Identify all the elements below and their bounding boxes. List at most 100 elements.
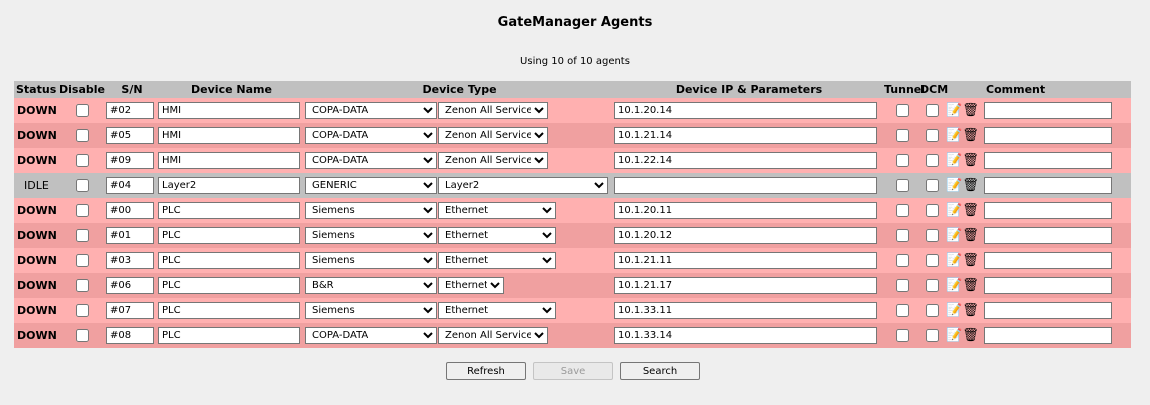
vendor-select[interactable]: COPA-DATA — [305, 327, 437, 344]
trash-icon[interactable]: 🗑 — [962, 154, 979, 167]
dcm-checkbox[interactable] — [925, 279, 939, 293]
device-ip-input[interactable] — [614, 177, 878, 194]
device-ip-input[interactable] — [614, 152, 878, 169]
tunnel-checkbox[interactable] — [895, 204, 909, 218]
vendor-select[interactable]: Siemens — [305, 202, 437, 219]
device-type-select[interactable]: Ethernet — [438, 227, 556, 244]
sn-input[interactable] — [106, 302, 154, 319]
device-type-select[interactable]: Zenon All Service — [438, 152, 548, 169]
tunnel-checkbox[interactable] — [895, 104, 909, 118]
tunnel-checkbox[interactable] — [895, 229, 909, 243]
device-name-input[interactable] — [158, 227, 300, 244]
disable-checkbox[interactable] — [75, 279, 89, 293]
vendor-select[interactable]: COPA-DATA — [305, 127, 437, 144]
edit-icon[interactable]: 📝 — [946, 329, 962, 342]
comment-input[interactable] — [984, 227, 1113, 244]
device-type-select[interactable]: Zenon All Service — [438, 327, 548, 344]
edit-icon[interactable]: 📝 — [946, 104, 962, 117]
edit-icon[interactable]: 📝 — [946, 204, 962, 217]
edit-icon[interactable]: 📝 — [946, 279, 962, 292]
disable-checkbox[interactable] — [75, 204, 89, 218]
dcm-checkbox[interactable] — [925, 229, 939, 243]
disable-checkbox[interactable] — [75, 104, 89, 118]
vendor-select[interactable]: Siemens — [305, 252, 437, 269]
device-ip-input[interactable] — [614, 202, 878, 219]
dcm-checkbox[interactable] — [925, 179, 939, 193]
vendor-select[interactable]: Siemens — [305, 227, 437, 244]
device-type-select[interactable]: Zenon All Service — [438, 127, 548, 144]
device-ip-input[interactable] — [614, 252, 878, 269]
vendor-select[interactable]: GENERIC — [305, 177, 437, 194]
trash-icon[interactable]: 🗑 — [962, 329, 979, 342]
sn-input[interactable] — [106, 152, 154, 169]
device-name-input[interactable] — [158, 127, 300, 144]
device-ip-input[interactable] — [614, 102, 878, 119]
dcm-checkbox[interactable] — [925, 204, 939, 218]
tunnel-checkbox[interactable] — [895, 129, 909, 143]
comment-input[interactable] — [984, 102, 1113, 119]
device-ip-input[interactable] — [614, 327, 878, 344]
sn-input[interactable] — [106, 277, 154, 294]
refresh-button[interactable]: Refresh — [446, 362, 526, 380]
sn-input[interactable] — [106, 327, 154, 344]
comment-input[interactable] — [984, 127, 1113, 144]
device-name-input[interactable] — [158, 177, 300, 194]
comment-input[interactable] — [984, 277, 1113, 294]
device-name-input[interactable] — [158, 202, 300, 219]
sn-input[interactable] — [106, 127, 154, 144]
edit-icon[interactable]: 📝 — [946, 229, 962, 242]
dcm-checkbox[interactable] — [925, 329, 939, 343]
comment-input[interactable] — [984, 152, 1113, 169]
disable-checkbox[interactable] — [75, 254, 89, 268]
vendor-select[interactable]: COPA-DATA — [305, 152, 437, 169]
sn-input[interactable] — [106, 102, 154, 119]
device-type-select[interactable]: Ethernet — [438, 202, 556, 219]
comment-input[interactable] — [984, 327, 1113, 344]
device-type-select[interactable]: Ethernet — [438, 252, 556, 269]
device-ip-input[interactable] — [614, 302, 878, 319]
device-name-input[interactable] — [158, 152, 300, 169]
disable-checkbox[interactable] — [75, 329, 89, 343]
device-name-input[interactable] — [158, 327, 300, 344]
comment-input[interactable] — [984, 177, 1113, 194]
trash-icon[interactable]: 🗑 — [962, 304, 979, 317]
device-type-select[interactable]: Ethernet — [438, 277, 504, 294]
vendor-select[interactable]: Siemens — [305, 302, 437, 319]
edit-icon[interactable]: 📝 — [946, 254, 962, 267]
sn-input[interactable] — [106, 227, 154, 244]
comment-input[interactable] — [984, 202, 1113, 219]
dcm-checkbox[interactable] — [925, 154, 939, 168]
device-type-select[interactable]: Zenon All Service — [438, 102, 548, 119]
tunnel-checkbox[interactable] — [895, 254, 909, 268]
search-button[interactable]: Search — [620, 362, 700, 380]
trash-icon[interactable]: 🗑 — [962, 279, 979, 292]
save-button[interactable]: Save — [533, 362, 613, 380]
trash-icon[interactable]: 🗑 — [962, 229, 979, 242]
device-ip-input[interactable] — [614, 277, 878, 294]
vendor-select[interactable]: COPA-DATA — [305, 102, 437, 119]
edit-icon[interactable]: 📝 — [946, 304, 962, 317]
sn-input[interactable] — [106, 177, 154, 194]
tunnel-checkbox[interactable] — [895, 304, 909, 318]
comment-input[interactable] — [984, 302, 1113, 319]
device-name-input[interactable] — [158, 102, 300, 119]
device-name-input[interactable] — [158, 302, 300, 319]
trash-icon[interactable]: 🗑 — [962, 254, 979, 267]
vendor-select[interactable]: B&R — [305, 277, 437, 294]
dcm-checkbox[interactable] — [925, 254, 939, 268]
comment-input[interactable] — [984, 252, 1113, 269]
device-ip-input[interactable] — [614, 227, 878, 244]
edit-icon[interactable]: 📝 — [946, 129, 962, 142]
trash-icon[interactable]: 🗑 — [962, 104, 979, 117]
tunnel-checkbox[interactable] — [895, 179, 909, 193]
dcm-checkbox[interactable] — [925, 104, 939, 118]
device-name-input[interactable] — [158, 252, 300, 269]
tunnel-checkbox[interactable] — [895, 279, 909, 293]
sn-input[interactable] — [106, 252, 154, 269]
disable-checkbox[interactable] — [75, 129, 89, 143]
device-ip-input[interactable] — [614, 127, 878, 144]
edit-icon[interactable]: 📝 — [946, 154, 962, 167]
device-name-input[interactable] — [158, 277, 300, 294]
tunnel-checkbox[interactable] — [895, 154, 909, 168]
disable-checkbox[interactable] — [75, 179, 89, 193]
